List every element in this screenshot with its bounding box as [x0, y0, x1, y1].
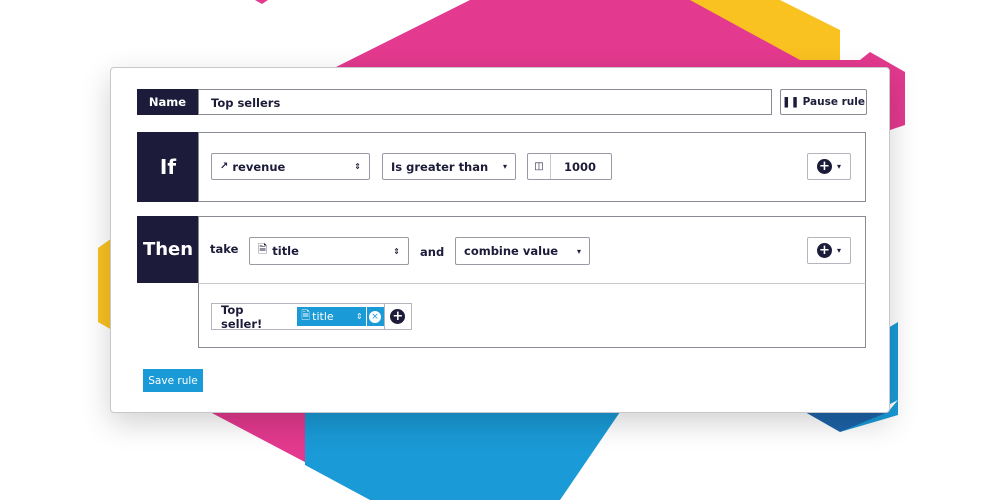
operator-select[interactable]: Is greater than ▾: [382, 153, 516, 180]
operator-value: Is greater than: [391, 159, 489, 174]
plus-circle-icon: +: [390, 309, 406, 324]
pause-rule-button[interactable]: ❚❚ Pause rule: [780, 89, 867, 115]
pause-icon: ❚❚: [782, 96, 800, 108]
column-icon: ◫: [528, 154, 551, 179]
action-select[interactable]: combine value ▾: [455, 237, 590, 265]
then-field-value: title: [272, 244, 299, 258]
value-text: 1000: [564, 159, 597, 174]
if-label: If: [137, 132, 199, 202]
and-label: and: [420, 245, 445, 259]
pause-rule-label: Pause rule: [802, 96, 865, 108]
blue-shape-bottom: [305, 412, 620, 500]
action-value: combine value: [464, 244, 559, 258]
pink-shape: [255, 0, 268, 4]
save-rule-button[interactable]: Save rule: [143, 369, 203, 392]
caret-down-icon: ▾: [836, 246, 841, 255]
remove-token-icon[interactable]: ×: [365, 307, 384, 326]
trend-icon: ↗: [220, 161, 229, 172]
add-token-button[interactable]: +: [383, 304, 411, 329]
then-action-panel: take 🗎 title ⇕ and combine value ▾ + ▾: [198, 216, 866, 284]
value-input[interactable]: ◫ 1000: [527, 153, 612, 180]
combine-panel: Top seller! 🗎 title ⇕ × +: [198, 283, 866, 348]
pink-shape-bottom: [210, 412, 320, 470]
caret-down-icon: ▾: [576, 246, 581, 256]
if-field-select[interactable]: ↗ revenue ⇕: [211, 153, 370, 180]
title-token[interactable]: 🗎 title ⇕ ×: [297, 307, 384, 326]
take-label: take: [210, 242, 239, 256]
then-add-button[interactable]: + ▾: [807, 237, 851, 264]
updown-icon: ⇕: [355, 312, 363, 321]
plus-circle-icon: +: [816, 159, 832, 174]
updown-icon: ⇕: [354, 162, 361, 171]
rule-editor-card: Name Top sellers ❚❚ Pause rule If ↗ revenu…: [110, 67, 890, 413]
if-add-button[interactable]: + ▾: [807, 153, 851, 180]
name-input[interactable]: Top sellers: [198, 89, 772, 115]
then-field-select[interactable]: 🗎 title ⇕: [249, 237, 409, 265]
updown-icon: ⇕: [393, 246, 400, 256]
name-label: Name: [137, 89, 198, 115]
then-label: Then: [137, 216, 199, 283]
if-field-value: revenue: [232, 159, 286, 174]
caret-down-icon: ▾: [502, 162, 507, 171]
token-value: title: [312, 310, 334, 323]
file-icon: 🗎: [301, 309, 311, 322]
if-condition-panel: ↗ revenue ⇕ Is greater than ▾ ◫ 1000 + ▾: [198, 132, 866, 202]
caret-down-icon: ▾: [836, 162, 841, 171]
file-icon: 🗎: [258, 241, 268, 256]
combine-editor[interactable]: Top seller! 🗎 title ⇕ × +: [211, 302, 412, 331]
plus-circle-icon: +: [816, 243, 832, 258]
combine-text: Top seller!: [221, 302, 263, 331]
